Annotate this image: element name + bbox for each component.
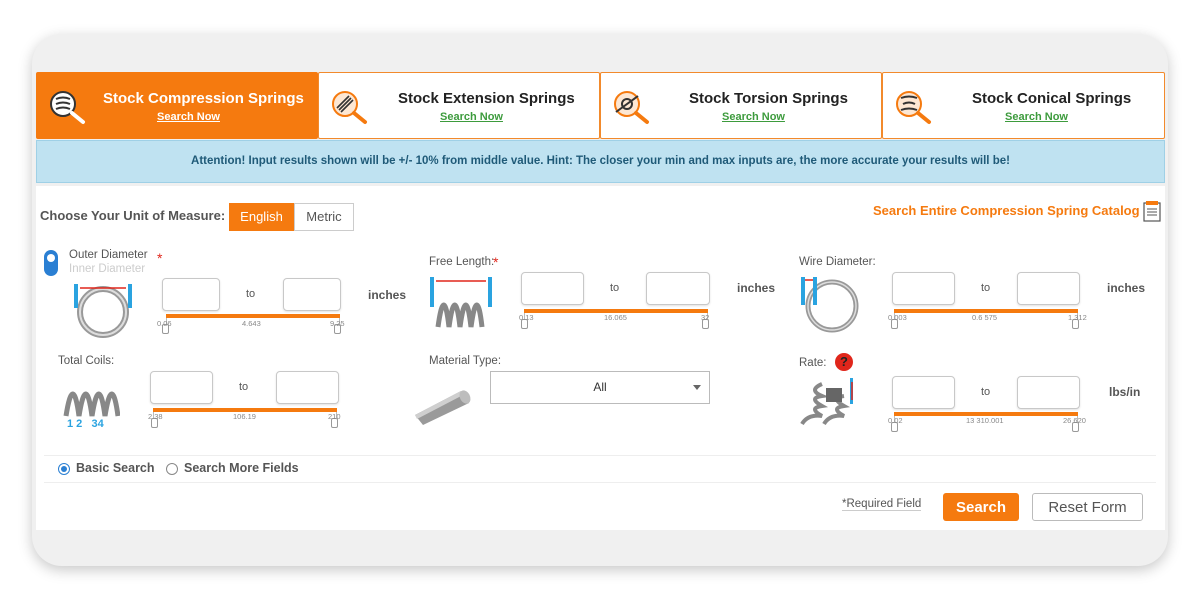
total-coils-min-input[interactable] <box>150 371 213 404</box>
scale-mid: 4.643 <box>242 319 261 328</box>
reset-form-button[interactable]: Reset Form <box>1032 493 1143 521</box>
wire-diameter-max-input[interactable] <box>1017 272 1080 305</box>
scale-mid: 13 310.001 <box>966 416 1004 425</box>
rate-label: Rate: <box>799 357 827 369</box>
chevron-down-icon <box>693 385 701 390</box>
attention-notice: Attention! Input results shown will be +… <box>36 140 1165 183</box>
search-now-link[interactable]: Search Now <box>440 111 599 123</box>
scale-min: 0.13 <box>519 313 534 322</box>
tab-title: Stock Conical Springs <box>972 90 1132 107</box>
required-asterisk: * <box>157 250 163 266</box>
wire-diameter-label: Wire Diameter: <box>799 256 876 268</box>
to-label: to <box>981 282 991 294</box>
tab-title: Stock Torsion Springs <box>689 90 848 107</box>
material-type-select[interactable]: All <box>490 371 710 404</box>
scale-mid: 16.065 <box>604 313 627 322</box>
conical-spring-magnifier-icon <box>896 91 931 124</box>
search-now-link[interactable]: Search Now <box>722 111 881 123</box>
unit-label: inches <box>368 288 407 302</box>
free-length-max-input[interactable] <box>646 272 710 305</box>
compression-spring-magnifier-icon <box>50 91 85 124</box>
rate-min-input[interactable] <box>892 376 955 409</box>
rate-max-input[interactable] <box>1017 376 1080 409</box>
material-selected-value: All <box>593 380 607 394</box>
tab-compression-springs[interactable]: Stock Compression Springs Search Now <box>36 72 318 139</box>
scale-max: 26 620 <box>1063 416 1086 425</box>
unit-of-measure-label: Choose Your Unit of Measure: <box>40 208 226 223</box>
tab-torsion-springs[interactable]: Stock Torsion Springs Search Now <box>600 72 882 139</box>
coils-spring-icon <box>63 391 120 417</box>
scale-mid: 106.19 <box>233 412 256 421</box>
total-coils-max-input[interactable] <box>276 371 339 404</box>
tab-extension-springs[interactable]: Stock Extension Springs Search Now <box>318 72 600 139</box>
to-label: to <box>610 282 620 294</box>
required-field-note: *Required Field <box>842 498 922 511</box>
search-catalog-link[interactable]: Search Entire Compression Spring Catalog <box>873 203 1140 218</box>
outer-diameter-max-input[interactable] <box>283 278 341 311</box>
scale-min: 0.02 <box>888 416 903 425</box>
outer-diameter-label: Outer Diameter <box>69 249 148 261</box>
unit-label: inches <box>1107 281 1146 295</box>
free-length-spring-icon <box>430 277 492 328</box>
material-rod-icon <box>415 390 471 425</box>
torsion-spring-magnifier-icon <box>614 91 649 124</box>
rate-spring-weight-icon <box>800 378 853 426</box>
catalog-document-icon[interactable] <box>1143 200 1161 222</box>
unit-label: inches <box>737 281 776 295</box>
scale-min: 0.003 <box>888 313 907 322</box>
outer-diameter-ring-icon <box>74 284 132 338</box>
more-fields-label[interactable]: Search More Fields <box>184 461 299 475</box>
extension-spring-magnifier-icon <box>332 91 367 124</box>
basic-search-label[interactable]: Basic Search <box>76 461 155 475</box>
scale-max: 1.312 <box>1068 313 1087 322</box>
material-type-label: Material Type: <box>429 355 502 367</box>
rate-help-icon[interactable]: ? <box>835 353 853 371</box>
to-label: to <box>981 386 991 398</box>
metric-unit-button[interactable]: Metric <box>294 203 354 231</box>
scale-max: 32 <box>701 313 710 322</box>
more-fields-radio[interactable] <box>166 463 178 475</box>
diameter-toggle-switch[interactable] <box>44 250 58 276</box>
scale-max: 210 <box>328 412 341 421</box>
scale-min: 0.06 <box>157 319 172 328</box>
basic-search-radio[interactable] <box>58 463 70 475</box>
unit-label: lbs/in <box>1109 385 1141 399</box>
search-now-link[interactable]: Search Now <box>1005 111 1164 123</box>
scale-min: 2.38 <box>148 412 163 421</box>
free-length-label: Free Length: <box>429 256 495 268</box>
tab-title: Stock Compression Springs <box>103 90 304 107</box>
scale-mid: 0.6 575 <box>972 313 998 322</box>
to-label: to <box>239 381 249 393</box>
wire-diameter-min-input[interactable] <box>892 272 955 305</box>
wire-diameter-ring-icon <box>801 277 859 333</box>
coil-count-numbers: 1 2 34 <box>67 418 104 430</box>
search-now-link[interactable]: Search Now <box>157 111 317 123</box>
tab-conical-springs[interactable]: Stock Conical Springs Search Now <box>882 72 1165 139</box>
to-label: to <box>246 288 256 300</box>
tab-title: Stock Extension Springs <box>398 90 575 107</box>
english-unit-button[interactable]: English <box>229 203 294 231</box>
free-length-min-input[interactable] <box>521 272 584 305</box>
total-coils-label: Total Coils: <box>58 355 115 367</box>
inner-diameter-label[interactable]: Inner Diameter <box>69 263 145 275</box>
required-asterisk: * <box>493 254 499 270</box>
scale-max: 9.25 <box>330 319 345 328</box>
search-button[interactable]: Search <box>943 493 1019 521</box>
outer-diameter-min-input[interactable] <box>162 278 220 311</box>
